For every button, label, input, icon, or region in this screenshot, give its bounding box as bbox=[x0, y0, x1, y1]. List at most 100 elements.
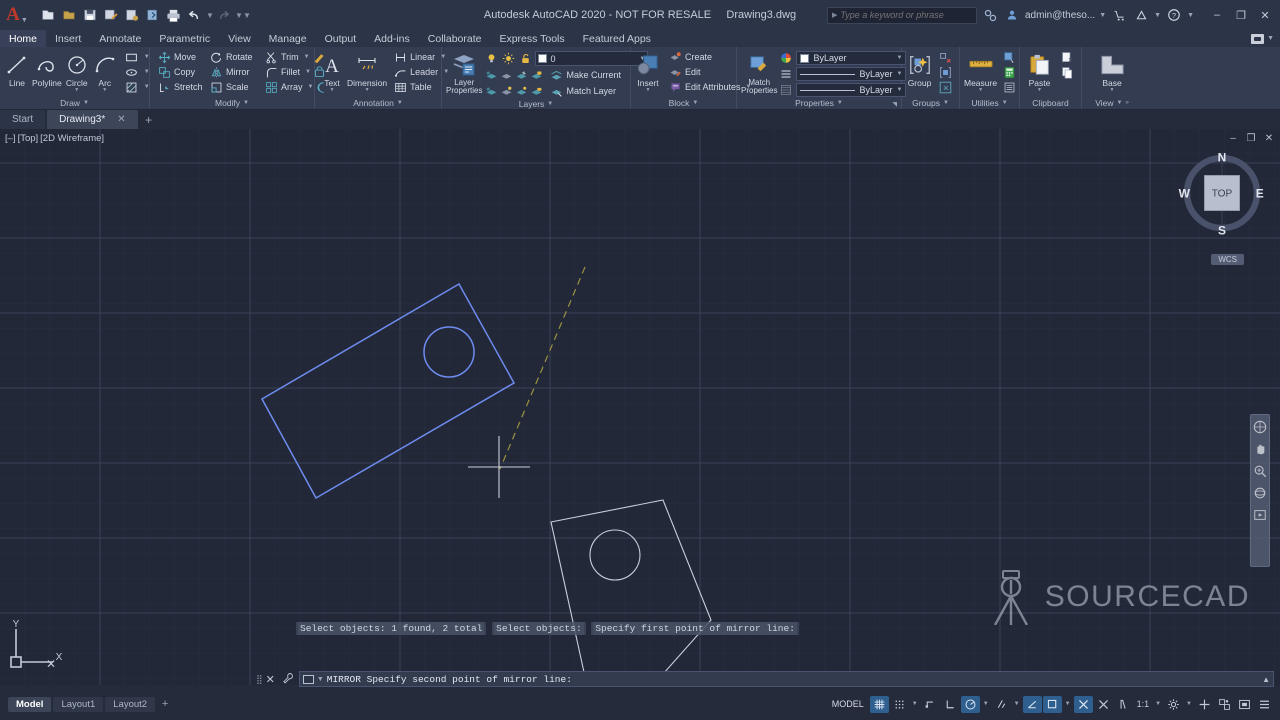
viewcube-ucs-menu[interactable]: WCS bbox=[1211, 254, 1244, 265]
ribbon-tab-annotate[interactable]: Annotate bbox=[90, 30, 150, 47]
user-account-icon[interactable] bbox=[1003, 6, 1021, 24]
customize-wrench-icon[interactable] bbox=[280, 672, 296, 687]
customization-icon[interactable] bbox=[1255, 696, 1274, 713]
draw-hatch-button[interactable]: ▼ bbox=[122, 80, 153, 94]
viewport-minimize-button[interactable]: – bbox=[1226, 131, 1240, 145]
layer-freeze-icon[interactable] bbox=[514, 68, 528, 82]
modify-move-button[interactable]: Move bbox=[154, 50, 206, 64]
panel-draw-title[interactable]: Draw ▼ bbox=[0, 96, 149, 109]
measure-dropdown-icon[interactable]: ▼ bbox=[978, 87, 983, 92]
panel-utilities-expand-icon[interactable]: ▼ bbox=[1002, 100, 1008, 106]
orbit-icon[interactable] bbox=[1253, 485, 1268, 500]
publish-icon[interactable] bbox=[122, 6, 141, 25]
annotation-linear-button[interactable]: Linear ▼ bbox=[390, 50, 446, 64]
viewport-close-button[interactable]: ✕ bbox=[1262, 131, 1276, 145]
modify-copy-button[interactable]: Copy bbox=[154, 65, 206, 79]
block-edit-button[interactable]: Edit bbox=[665, 65, 727, 79]
minimize-button[interactable]: – bbox=[1206, 6, 1228, 24]
modify-array-button[interactable]: Array ▼ bbox=[261, 80, 313, 94]
infocenter-search-icon[interactable] bbox=[981, 6, 999, 24]
modify-stretch-button[interactable]: Stretch bbox=[154, 80, 206, 94]
autodesk-store-icon[interactable] bbox=[1110, 6, 1128, 24]
grid-display-toggle[interactable] bbox=[869, 695, 889, 713]
insert-dropdown-icon[interactable]: ▼ bbox=[646, 87, 651, 92]
redo-icon[interactable] bbox=[214, 6, 233, 25]
panel-annotation-title[interactable]: Annotation ▼ bbox=[315, 96, 441, 109]
draw-circle-button[interactable]: Circle ▼ bbox=[64, 50, 90, 92]
panel-annotation-expand-icon[interactable]: ▼ bbox=[397, 100, 403, 106]
cut-button[interactable] bbox=[1057, 50, 1077, 64]
ribbon-tab-output[interactable]: Output bbox=[316, 30, 366, 47]
panel-groups-title[interactable]: Groups ▼ bbox=[902, 96, 959, 109]
panel-layers-title[interactable]: Layers ▼ bbox=[442, 98, 630, 109]
dimension-dropdown-icon[interactable]: ▼ bbox=[365, 87, 370, 92]
layer-on-icon[interactable] bbox=[499, 84, 513, 98]
snap-mode-toggle[interactable] bbox=[890, 696, 909, 713]
ribbon-tab-home[interactable]: Home bbox=[0, 30, 47, 47]
ribbon-tab-insert[interactable]: Insert bbox=[46, 30, 90, 47]
search-dropdown-icon[interactable]: ▶ bbox=[832, 11, 837, 19]
ribbon-tab-view[interactable]: View bbox=[219, 30, 260, 47]
command-bar-grip[interactable]: ⣿ bbox=[256, 674, 262, 685]
modify-scale-button[interactable]: Scale bbox=[206, 80, 261, 94]
print-icon[interactable] bbox=[164, 6, 183, 25]
object-lineweight-combo[interactable]: ByLayer ▼ bbox=[796, 83, 907, 97]
ribbon-options-dropdown-icon[interactable]: ▼ bbox=[1267, 35, 1274, 42]
new-document-tab-button[interactable]: + bbox=[140, 110, 158, 129]
close-icon[interactable]: ✕ bbox=[117, 114, 125, 125]
command-options-dropdown-icon[interactable]: ▼ bbox=[317, 676, 324, 683]
panel-draw-expand-icon[interactable]: ▼ bbox=[83, 100, 89, 106]
help-icon[interactable]: ? bbox=[1165, 6, 1183, 24]
modify-rotate-button[interactable]: Rotate bbox=[206, 50, 261, 64]
user-account-label[interactable]: admin@theso... bbox=[1025, 10, 1095, 21]
full-navigation-wheel-icon[interactable] bbox=[1253, 419, 1268, 434]
draw-polyline-button[interactable]: Polyline bbox=[32, 50, 62, 88]
layer-make-current-button[interactable]: Make Current bbox=[546, 68, 624, 82]
viewport-restore-button[interactable]: ❐ bbox=[1244, 131, 1258, 145]
qat-customize-icon[interactable]: ▼ bbox=[243, 11, 251, 20]
panel-view-expand-icon[interactable]: ▼ bbox=[1116, 100, 1122, 106]
layer-unisolate-icon[interactable] bbox=[484, 84, 498, 98]
annotation-scale-button[interactable]: 1:1 bbox=[1134, 696, 1153, 713]
object-linetype-combo[interactable]: ByLayer ▼ bbox=[796, 67, 907, 81]
layout-tab-layout1[interactable]: Layout1 bbox=[53, 696, 104, 712]
viewcube[interactable]: TOP N E S W bbox=[1176, 147, 1268, 239]
new-file-icon[interactable] bbox=[38, 6, 57, 25]
isometric-dropdown-icon[interactable]: ▼ bbox=[1012, 701, 1022, 707]
layer-isolate-icon[interactable] bbox=[484, 68, 498, 82]
text-dropdown-icon[interactable]: ▼ bbox=[330, 87, 335, 92]
plot-preview-icon[interactable] bbox=[143, 6, 162, 25]
circle-dropdown-icon[interactable]: ▼ bbox=[74, 87, 79, 92]
new-layout-button[interactable]: + bbox=[157, 697, 173, 712]
base-dropdown-icon[interactable]: ▼ bbox=[1110, 87, 1115, 92]
match-properties-button[interactable]: Match Properties bbox=[741, 50, 777, 95]
snap-dropdown-icon[interactable]: ▼ bbox=[910, 701, 920, 707]
ribbon-tab-add-ins[interactable]: Add-ins bbox=[365, 30, 419, 47]
block-create-button[interactable]: Create bbox=[665, 50, 727, 64]
workspace-switching-icon[interactable] bbox=[1164, 696, 1183, 713]
workspace-dropdown-icon[interactable]: ▼ bbox=[1184, 701, 1194, 707]
annotation-text-button[interactable]: A Text ▼ bbox=[319, 50, 345, 92]
open-file-icon[interactable] bbox=[59, 6, 78, 25]
panel-block-title[interactable]: Block ▼ bbox=[631, 96, 736, 109]
panel-view-title[interactable]: View ▼ » bbox=[1082, 96, 1142, 109]
copy-clip-button[interactable] bbox=[1057, 65, 1077, 79]
quick-select-button[interactable] bbox=[999, 50, 1019, 64]
layer-off-icon[interactable] bbox=[499, 68, 513, 82]
autodesk-a360-icon[interactable] bbox=[1132, 6, 1150, 24]
group-selection-button[interactable] bbox=[935, 80, 955, 94]
layer-thaw-icon[interactable] bbox=[514, 84, 528, 98]
polar-tracking-toggle[interactable] bbox=[960, 695, 980, 713]
annotation-dimension-button[interactable]: Dimension ▼ bbox=[347, 50, 387, 92]
paste-button[interactable]: Paste ▼ bbox=[1024, 50, 1055, 92]
drawing-viewport[interactable]: [–] [Top] [2D Wireframe] – ❐ ✕ TOP N E S… bbox=[0, 129, 1280, 685]
rectangle-dropdown-icon[interactable]: ▼ bbox=[142, 54, 150, 60]
panel-modify-title[interactable]: Modify ▼ bbox=[150, 96, 314, 109]
list-button[interactable] bbox=[999, 80, 1019, 94]
help-dropdown-icon[interactable]: ▼ bbox=[1187, 12, 1194, 19]
panel-modify-expand-icon[interactable]: ▼ bbox=[243, 100, 249, 106]
annotation-leader-button[interactable]: Leader ▼ bbox=[390, 65, 449, 79]
autocad-app-menu-button[interactable]: A ▼ bbox=[2, 1, 32, 29]
ribbon-minimize-icon[interactable] bbox=[1251, 33, 1265, 44]
layout-tab-model[interactable]: Model bbox=[8, 696, 52, 712]
